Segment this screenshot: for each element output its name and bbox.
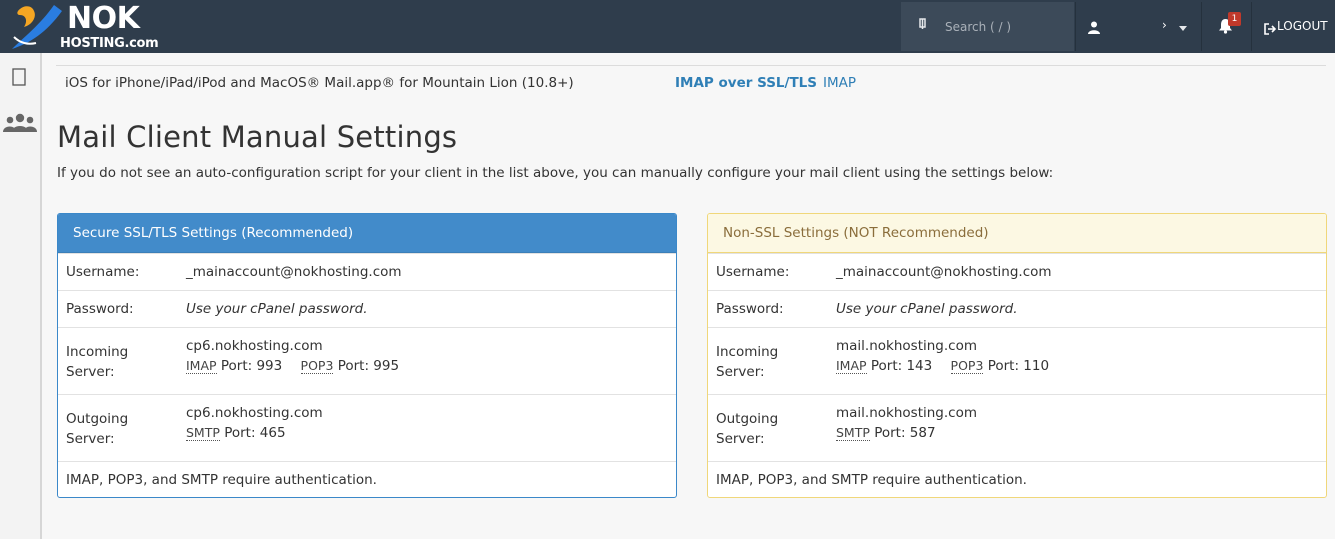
outgoing-server-value: mail.nokhosting.com SMTP Port: 587: [836, 403, 977, 443]
outgoing-host: mail.nokhosting.com: [836, 405, 977, 421]
logo-sub-text: HOSTING.com: [60, 36, 159, 51]
top-navbar: NOK HOSTING.com › 1 LOGOUT: [0, 0, 1335, 53]
username-row: Username: _mainaccount@nokhosting.com: [708, 253, 1326, 290]
auth-note: IMAP, POP3, and SMTP require authenticat…: [66, 472, 377, 488]
smtp-port: Port: 465: [224, 425, 286, 441]
outgoing-host: cp6.nokhosting.com: [186, 405, 323, 421]
user-icon: [1088, 19, 1100, 38]
pop3-abbr: POP3: [950, 358, 984, 374]
incoming-server-label: Incoming Server:: [716, 344, 779, 380]
client-list-row: iOS for iPhone/iPad/iPod and MacOS® Mail…: [56, 67, 1326, 101]
auth-note-row: IMAP, POP3, and SMTP require authenticat…: [708, 461, 1326, 497]
page-title: Mail Client Manual Settings: [57, 120, 458, 154]
username-label: Username:: [716, 264, 790, 280]
client-name: iOS for iPhone/iPad/iPod and MacOS® Mail…: [65, 75, 574, 91]
incoming-host: cp6.nokhosting.com: [186, 338, 323, 354]
username-label: Username:: [66, 264, 140, 280]
outgoing-server-row: Outgoing Server: mail.nokhosting.com SMT…: [708, 394, 1326, 461]
left-sidebar: [0, 53, 42, 539]
ssl-settings-panel: Secure SSL/TLS Settings (Recommended) Us…: [57, 213, 677, 498]
users-icon: [2, 113, 38, 137]
logo-main-text: NOK: [67, 1, 140, 36]
chevron-down-icon: [1179, 26, 1187, 31]
smtp-abbr: SMTP: [186, 425, 220, 441]
imap-config-link[interactable]: IMAP: [823, 75, 856, 91]
outgoing-server-label: Outgoing Server:: [716, 411, 779, 447]
intro-text: If you do not see an auto-configuration …: [57, 165, 1054, 181]
password-row: Password: Use your cPanel password.: [58, 290, 676, 327]
auth-note: IMAP, POP3, and SMTP require authenticat…: [716, 472, 1027, 488]
logout-button[interactable]: LOGOUT: [1252, 2, 1335, 51]
pop3-port: Port: 995: [337, 358, 400, 374]
outgoing-server-row: Outgoing Server: cp6.nokhosting.com SMTP…: [58, 394, 676, 461]
search-input[interactable]: [945, 16, 1065, 38]
nokhosting-logo[interactable]: NOK HOSTING.com: [10, 1, 160, 51]
search-icon: [919, 18, 929, 34]
incoming-server-row: Incoming Server: cp6.nokhosting.com IMAP…: [58, 327, 676, 394]
nonssl-settings-panel: Non-SSL Settings (NOT Recommended) Usern…: [707, 213, 1327, 498]
auth-note-row: IMAP, POP3, and SMTP require authenticat…: [58, 461, 676, 497]
smtp-port: Port: 587: [874, 425, 936, 441]
imap-abbr: IMAP: [836, 358, 867, 374]
incoming-server-label: Incoming Server:: [66, 344, 129, 380]
imap-port: Port: 143: [870, 358, 933, 374]
outgoing-server-label: Outgoing Server:: [66, 411, 129, 447]
page-icon: [12, 68, 26, 90]
incoming-server-value: cp6.nokhosting.com IMAP Port: 993 POP3 P…: [186, 336, 399, 376]
username-row: Username: _mainaccount@nokhosting.com: [58, 253, 676, 290]
password-value: Use your cPanel password.: [186, 301, 368, 317]
password-value: Use your cPanel password.: [836, 301, 1018, 317]
password-label: Password:: [716, 301, 784, 317]
incoming-server-row: Incoming Server: mail.nokhosting.com IMA…: [708, 327, 1326, 394]
notifications-button[interactable]: 1: [1202, 2, 1250, 51]
notification-count-badge: 1: [1228, 12, 1241, 26]
search-box[interactable]: [901, 2, 1074, 51]
user-name: ›: [1162, 18, 1167, 32]
sidebar-item-page[interactable]: [0, 61, 40, 97]
incoming-server-value: mail.nokhosting.com IMAP Port: 143 POP3 …: [836, 336, 1049, 376]
incoming-host: mail.nokhosting.com: [836, 338, 977, 354]
imap-port: Port: 993: [220, 358, 283, 374]
username-value: _mainaccount@nokhosting.com: [836, 264, 1052, 280]
username-value: _mainaccount@nokhosting.com: [186, 264, 402, 280]
panel-heading: Non-SSL Settings (NOT Recommended): [708, 214, 1326, 253]
logout-label: LOGOUT: [1277, 19, 1328, 33]
outgoing-server-value: cp6.nokhosting.com SMTP Port: 465: [186, 403, 323, 443]
sign-out-icon: [1263, 20, 1277, 39]
user-menu-button[interactable]: ›: [1076, 2, 1200, 51]
pop3-abbr: POP3: [300, 358, 334, 374]
sidebar-item-users[interactable]: [0, 105, 40, 141]
client-list-row-cutoff: [56, 53, 1326, 66]
main-content: iOS for iPhone/iPad/iPod and MacOS® Mail…: [42, 53, 1335, 539]
imap-abbr: IMAP: [186, 358, 217, 374]
smtp-abbr: SMTP: [836, 425, 870, 441]
pop3-port: Port: 110: [987, 358, 1050, 374]
password-row: Password: Use your cPanel password.: [708, 290, 1326, 327]
imap-ssl-config-link[interactable]: IMAP over SSL/TLS: [675, 75, 817, 91]
panel-heading: Secure SSL/TLS Settings (Recommended): [58, 214, 676, 253]
password-label: Password:: [66, 301, 134, 317]
